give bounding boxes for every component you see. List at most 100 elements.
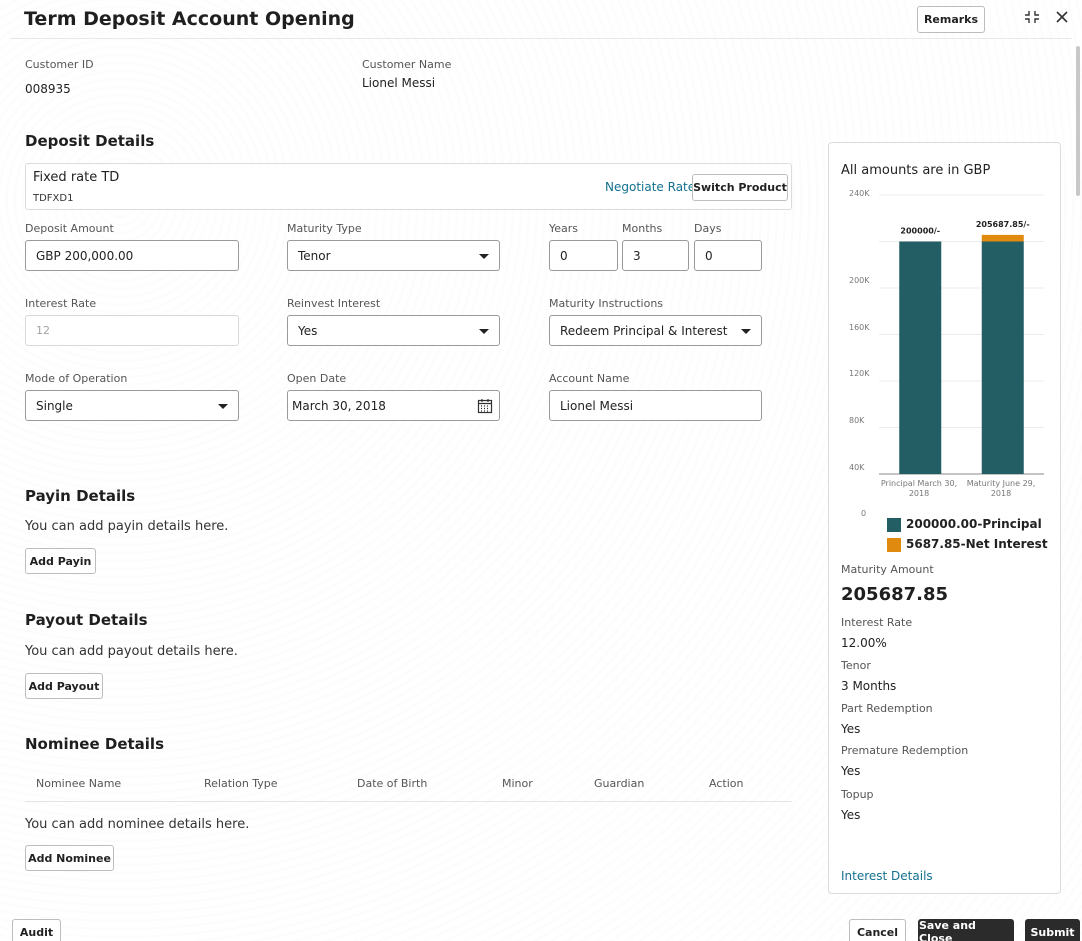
scrollbar-thumb[interactable] [1076, 46, 1080, 196]
maturity-amount-label: Maturity Amount [841, 563, 934, 576]
app-window: Term Deposit Account Opening Remarks Cus… [0, 0, 1082, 941]
submit-button[interactable]: Submit [1025, 919, 1080, 941]
legend-principal-label: 200000.00-Principal [906, 517, 1042, 531]
principal-bar [899, 241, 942, 474]
principal-bar [981, 241, 1024, 474]
legend-interest-swatch [887, 538, 901, 552]
topup-value: Yes [841, 808, 861, 822]
open-date-value: March 30, 2018 [292, 398, 386, 413]
add-nominee-button[interactable]: Add Nominee [25, 845, 114, 871]
nominee-hint: You can add nominee details here. [25, 817, 250, 832]
save-and-close-button[interactable]: Save and Close [918, 919, 1014, 941]
maturity-type-value: Tenor [298, 248, 331, 263]
maturity-amount-value: 205687.85 [841, 584, 949, 605]
mode-of-operation-select[interactable]: Single [25, 390, 239, 421]
maturity-instructions-label: Maturity Instructions [549, 297, 664, 310]
maturity-instructions-value: Redeem Principal & Interest [560, 323, 728, 338]
premature-redemption-value: Yes [841, 764, 861, 778]
maturity-chart: 200000/- 205687.85/- 240K 200K 160K 120K … [829, 183, 1062, 518]
chevron-down-icon [741, 328, 751, 334]
account-name-value: Lionel Messi [560, 398, 634, 413]
nominee-col-guardian: Guardian [594, 777, 645, 790]
deposit-amount-label: Deposit Amount [25, 222, 114, 235]
bar-data-label: 205687.85/- [976, 220, 1030, 229]
product-card: Fixed rate TD TDFXD1 Negotiate Rate Swit… [25, 163, 792, 210]
mode-of-operation-label: Mode of Operation [25, 372, 128, 385]
legend-principal-swatch [887, 518, 901, 532]
payout-details-heading: Payout Details [25, 611, 148, 629]
customer-id-value: 008935 [25, 82, 71, 96]
negotiate-rate-link[interactable]: Negotiate Rate [605, 180, 695, 194]
interest-rate-input: 12 [25, 315, 239, 346]
summary-interest-rate-label: Interest Rate [841, 616, 913, 629]
days-input[interactable]: 0 [694, 240, 762, 271]
x-tick-label: Principal March 30, 2018 [880, 479, 958, 498]
deposit-details-heading: Deposit Details [25, 132, 155, 150]
product-name: Fixed rate TD [33, 170, 120, 185]
tenor-label: Tenor [841, 659, 871, 672]
cancel-button[interactable]: Cancel [849, 919, 906, 941]
x-tick-label: Maturity June 29, 2018 [966, 479, 1036, 498]
nominee-col-name: Nominee Name [36, 777, 122, 790]
nominee-table-divider [25, 801, 792, 802]
y-tick-label: 120K [849, 369, 870, 378]
part-redemption-value: Yes [841, 722, 861, 736]
days-value: 0 [705, 248, 713, 263]
nominee-details-heading: Nominee Details [25, 735, 165, 753]
premature-redemption-label: Premature Redemption [841, 744, 969, 757]
chevron-down-icon [479, 253, 489, 259]
header-divider [10, 38, 1072, 39]
maturity-instructions-select[interactable]: Redeem Principal & Interest [549, 315, 762, 346]
years-value: 0 [560, 248, 568, 263]
audit-button[interactable]: Audit [12, 919, 61, 941]
switch-product-button[interactable]: Switch Product [692, 174, 788, 201]
add-payout-button[interactable]: Add Payout [25, 673, 103, 699]
account-name-input[interactable]: Lionel Messi [549, 390, 762, 421]
customer-name-value: Lionel Messi [362, 76, 436, 90]
interest-rate-label: Interest Rate [25, 297, 97, 310]
deposit-amount-input[interactable]: GBP 200,000.00 [25, 240, 239, 271]
days-label: Days [694, 222, 722, 235]
summary-panel: All amounts are in GBP 200000/- 205687.85… [828, 142, 1061, 894]
mode-of-operation-value: Single [36, 398, 73, 413]
tenor-value: 3 Months [841, 679, 897, 693]
account-name-label: Account Name [549, 372, 630, 385]
calendar-icon[interactable] [477, 398, 493, 414]
maturity-type-label: Maturity Type [287, 222, 362, 235]
interest-details-link[interactable]: Interest Details [841, 869, 933, 883]
payout-hint: You can add payout details here. [25, 644, 238, 659]
maturity-type-select[interactable]: Tenor [287, 240, 500, 271]
nominee-col-relation: Relation Type [204, 777, 278, 790]
close-icon[interactable] [1054, 9, 1070, 25]
remarks-button[interactable]: Remarks [917, 6, 985, 33]
y-tick-label: 240K [849, 189, 870, 198]
open-date-input[interactable]: March 30, 2018 [287, 390, 500, 421]
months-value: 3 [633, 248, 641, 263]
months-label: Months [622, 222, 663, 235]
currency-note: All amounts are in GBP [841, 163, 991, 178]
y-tick-label: 0 [861, 509, 867, 518]
y-tick-label: 160K [849, 323, 870, 332]
payin-hint: You can add payin details here. [25, 519, 229, 534]
deposit-amount-value: GBP 200,000.00 [36, 248, 134, 263]
nominee-col-minor: Minor [502, 777, 533, 790]
interest-rate-value: 12 [36, 324, 50, 337]
nominee-col-action: Action [709, 777, 744, 790]
minimize-icon[interactable] [1024, 9, 1040, 25]
y-tick-label: 40K [849, 463, 865, 472]
part-redemption-label: Part Redemption [841, 702, 933, 715]
years-input[interactable]: 0 [549, 240, 618, 271]
customer-name-label: Customer Name [362, 58, 452, 71]
reinvest-interest-select[interactable]: Yes [287, 315, 500, 346]
summary-interest-rate-value: 12.00% [841, 636, 887, 650]
months-input[interactable]: 3 [622, 240, 689, 271]
y-tick-label: 200K [849, 276, 870, 285]
add-payin-button[interactable]: Add Payin [25, 548, 96, 574]
years-label: Years [549, 222, 579, 235]
legend-interest-label: 5687.85-Net Interest [906, 537, 1048, 551]
page-title: Term Deposit Account Opening [24, 8, 355, 30]
nominee-col-dob: Date of Birth [357, 777, 428, 790]
payin-details-heading: Payin Details [25, 487, 136, 505]
topup-label: Topup [841, 788, 874, 801]
chevron-down-icon [218, 403, 228, 409]
